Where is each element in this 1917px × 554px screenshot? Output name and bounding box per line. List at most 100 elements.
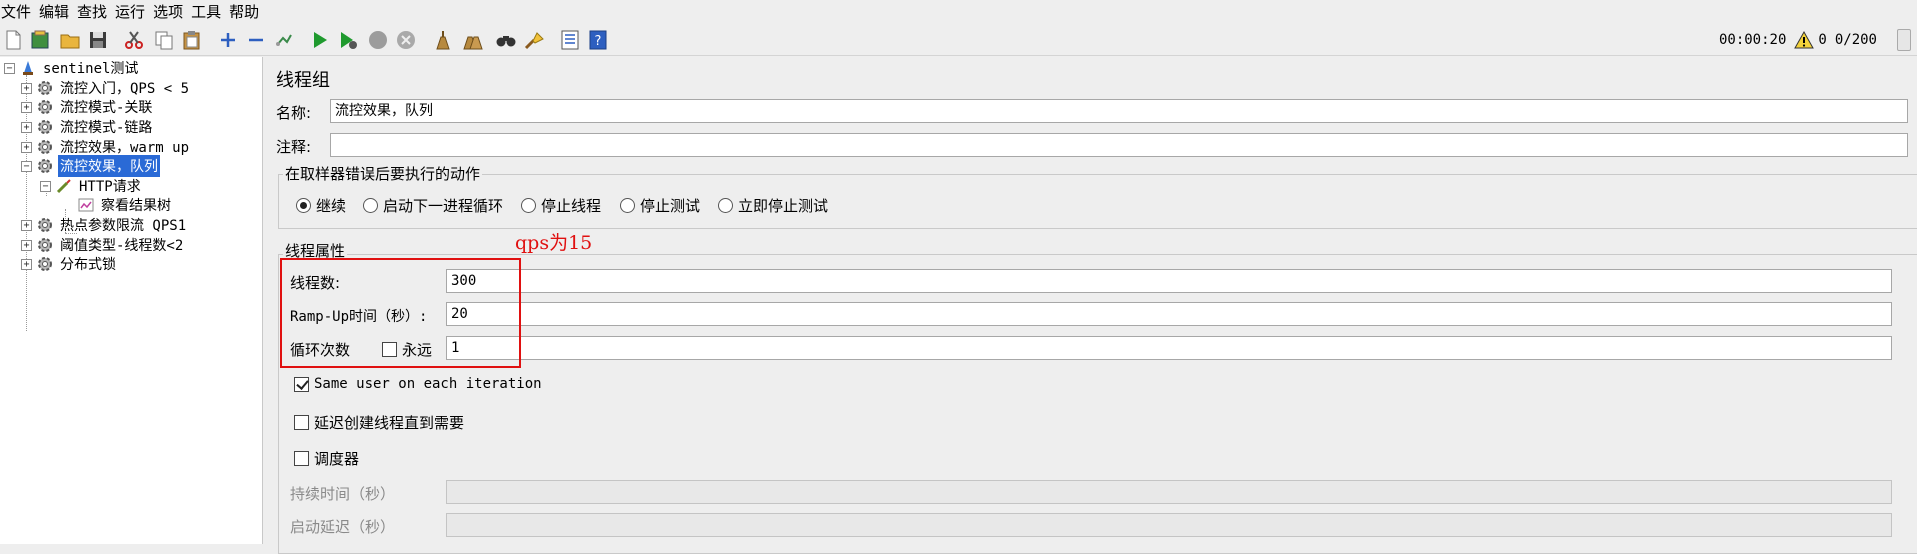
tree-item-label: 流控模式-关联 bbox=[60, 100, 153, 116]
warning-icon[interactable] bbox=[1794, 30, 1815, 50]
tree-item-label: 流控模式-链路 bbox=[60, 120, 153, 136]
thread-props-group bbox=[278, 254, 1917, 554]
menu-edit[interactable]: 编辑 bbox=[38, 1, 71, 22]
thread-group-panel: 线程组 名称: 流控效果，队列 注释: 在取样器错误后要执行的动作 继续 启动下… bbox=[266, 57, 1917, 554]
highlight-box bbox=[280, 258, 521, 368]
start-icon[interactable] bbox=[308, 28, 332, 52]
duration-label: 持续时间（秒） bbox=[290, 485, 396, 503]
radio-start-next-loop[interactable]: 启动下一进程循环 bbox=[363, 195, 503, 216]
gear-icon bbox=[38, 218, 52, 232]
tree-root[interactable]: − sentinel测试 bbox=[4, 57, 140, 79]
menu-tools[interactable]: 工具 bbox=[190, 1, 223, 22]
menu-search[interactable]: 查找 bbox=[76, 1, 109, 22]
toolbar-grip[interactable] bbox=[1897, 29, 1911, 51]
tree-item-label: 分布式锁 bbox=[60, 257, 116, 273]
menu-bar: 文件 编辑 查找 运行 选项 工具 帮助 bbox=[0, 0, 1917, 22]
threads-field[interactable]: 300 bbox=[446, 269, 1892, 293]
search-icon[interactable] bbox=[494, 28, 518, 52]
startup-delay-label: 启动延迟（秒） bbox=[290, 518, 396, 536]
tree-item-view-results[interactable]: 察看结果树 bbox=[77, 194, 173, 216]
expand-toggle[interactable]: + bbox=[21, 258, 32, 270]
shutdown-icon[interactable] bbox=[394, 28, 418, 52]
radio-button[interactable] bbox=[718, 198, 733, 213]
svg-text:?: ? bbox=[595, 34, 602, 49]
test-plan-tree: − sentinel测试 + 流控入门，QPS < 5 + 流控模式-关联 + … bbox=[0, 57, 263, 544]
radio-button[interactable] bbox=[296, 198, 311, 213]
delay-thread-creation-checkbox[interactable]: 延迟创建线程直到需要 bbox=[294, 412, 464, 433]
checkbox[interactable] bbox=[294, 376, 309, 392]
clear-all-icon[interactable] bbox=[460, 28, 484, 52]
radio-label: 停止线程 bbox=[541, 197, 602, 215]
menu-options[interactable]: 选项 bbox=[152, 1, 185, 22]
tree-item-flow-queue[interactable]: − 流控效果，队列 bbox=[21, 155, 160, 177]
toolbar: ? 00:00:20 0 0/200 bbox=[0, 24, 1917, 56]
tree-item-label: 热点参数限流 QPS1 bbox=[60, 218, 187, 234]
same-user-checkbox[interactable]: Same user on each iteration bbox=[294, 376, 542, 392]
radio-stop-thread[interactable]: 停止线程 bbox=[521, 195, 601, 216]
tree-item-hot-param[interactable]: + 热点参数限流 QPS1 bbox=[21, 214, 188, 236]
start-no-pause-icon[interactable] bbox=[336, 28, 360, 52]
checkbox-label: 延迟创建线程直到需要 bbox=[314, 414, 465, 432]
collapse-toggle[interactable]: − bbox=[40, 180, 51, 192]
scheduler-checkbox[interactable]: 调度器 bbox=[294, 448, 359, 469]
function-helper-icon[interactable] bbox=[558, 28, 582, 52]
sampler-icon bbox=[56, 179, 71, 194]
checkbox-label: Same user on each iteration bbox=[314, 376, 542, 392]
save-icon[interactable] bbox=[86, 28, 110, 52]
expand-toggle[interactable]: + bbox=[21, 82, 32, 94]
loop-count-field[interactable]: 1 bbox=[446, 336, 1892, 360]
test-plan-icon bbox=[23, 61, 33, 75]
stop-icon[interactable] bbox=[366, 28, 390, 52]
radio-label: 停止测试 bbox=[640, 197, 701, 215]
collapse-toggle[interactable]: − bbox=[21, 160, 32, 172]
startup-delay-field bbox=[446, 513, 1892, 537]
menu-help[interactable]: 帮助 bbox=[228, 1, 261, 22]
new-icon[interactable] bbox=[1, 28, 25, 52]
expand-toggle[interactable]: + bbox=[21, 121, 32, 133]
radio-button[interactable] bbox=[620, 198, 635, 213]
tree-item-flow-mode-chain[interactable]: + 流控模式-链路 bbox=[21, 116, 154, 138]
collapse-icon[interactable] bbox=[244, 28, 268, 52]
gear-icon bbox=[38, 238, 52, 252]
checkbox-label: 调度器 bbox=[314, 450, 360, 468]
radio-button[interactable] bbox=[521, 198, 536, 213]
listener-icon bbox=[78, 198, 94, 212]
tree-item-distributed-lock[interactable]: + 分布式锁 bbox=[21, 253, 118, 275]
clear-icon[interactable] bbox=[430, 28, 454, 52]
open-icon[interactable] bbox=[58, 28, 82, 52]
menu-file[interactable]: 文件 bbox=[0, 1, 33, 22]
tree-item-label: 流控效果，队列 bbox=[58, 155, 160, 177]
help-icon[interactable]: ? bbox=[586, 28, 610, 52]
rampup-field[interactable]: 20 bbox=[446, 302, 1892, 326]
checkbox[interactable] bbox=[294, 415, 309, 430]
expand-toggle[interactable]: + bbox=[21, 101, 32, 113]
name-field[interactable]: 流控效果，队列 bbox=[330, 99, 1908, 123]
templates-icon[interactable] bbox=[28, 28, 52, 52]
radio-label: 继续 bbox=[316, 197, 347, 215]
collapse-toggle[interactable]: − bbox=[4, 62, 15, 74]
radio-stop-test[interactable]: 停止测试 bbox=[620, 195, 700, 216]
reset-search-icon[interactable] bbox=[522, 28, 546, 52]
paste-icon[interactable] bbox=[180, 28, 204, 52]
gear-icon bbox=[38, 159, 52, 173]
checkbox[interactable] bbox=[294, 451, 309, 466]
comment-label: 注释: bbox=[276, 138, 312, 156]
toggle-icon[interactable] bbox=[272, 28, 296, 52]
comment-field[interactable] bbox=[330, 133, 1908, 157]
copy-icon[interactable] bbox=[152, 28, 176, 52]
expand-toggle[interactable]: + bbox=[21, 141, 32, 153]
tree-item-flow-mode-relate[interactable]: + 流控模式-关联 bbox=[21, 96, 154, 118]
radio-stop-test-now[interactable]: 立即停止测试 bbox=[718, 195, 828, 216]
warning-count: 0 bbox=[1818, 32, 1827, 48]
annotation-text: qps为15 bbox=[515, 232, 593, 254]
radio-button[interactable] bbox=[363, 198, 378, 213]
gear-icon bbox=[38, 140, 52, 154]
radio-continue[interactable]: 继续 bbox=[296, 195, 346, 216]
expand-toggle[interactable]: + bbox=[21, 239, 32, 251]
expand-icon[interactable] bbox=[216, 28, 240, 52]
menu-run[interactable]: 运行 bbox=[114, 1, 147, 22]
cut-icon[interactable] bbox=[122, 28, 146, 52]
panel-title: 线程组 bbox=[276, 70, 330, 91]
elapsed-time: 00:00:20 bbox=[1718, 32, 1787, 48]
expand-toggle[interactable]: + bbox=[21, 219, 32, 231]
